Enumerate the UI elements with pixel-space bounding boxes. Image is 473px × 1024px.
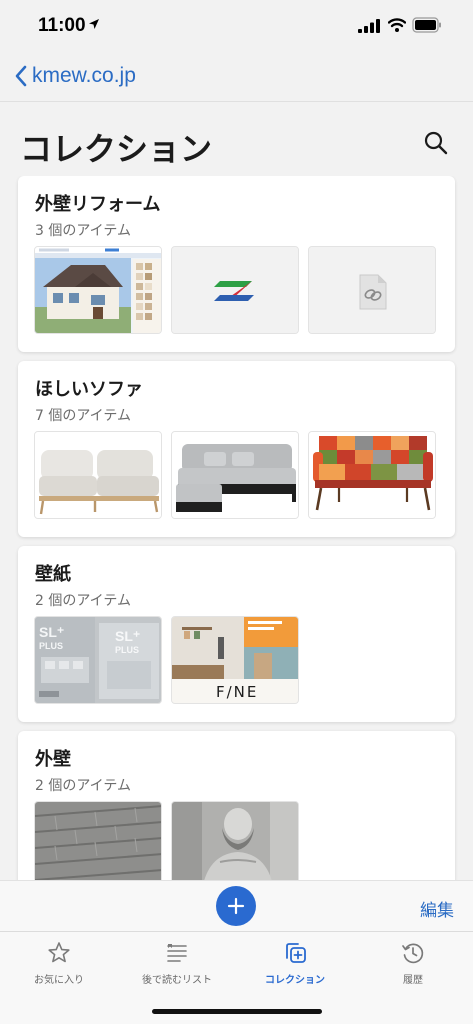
tab-favorites[interactable]: お気に入り bbox=[0, 940, 118, 986]
collection-title: 外壁リフォーム bbox=[35, 194, 161, 215]
collection-thumbnails: SL⁺ PLUS SL⁺ PLUS F/NE bbox=[34, 616, 299, 704]
add-collection-button[interactable] bbox=[216, 886, 256, 926]
tab-label: コレクション bbox=[265, 975, 325, 986]
collections-icon bbox=[286, 943, 306, 963]
navigation-bar: kmew.co.jp bbox=[0, 52, 473, 102]
fine-catalog-image: F/NE bbox=[172, 617, 298, 703]
thumbnail-patchwork-sofa[interactable] bbox=[308, 431, 436, 519]
sofa-image bbox=[172, 432, 298, 518]
sofa-image bbox=[309, 432, 435, 518]
edit-button[interactable]: 編集 bbox=[420, 896, 454, 921]
home-indicator[interactable] bbox=[152, 1009, 322, 1014]
thumbnail-white-sofa[interactable] bbox=[34, 431, 162, 519]
catalog-title-left: SL⁺ bbox=[39, 624, 64, 640]
collection-card-exterior-wall[interactable]: 外壁 2 個のアイテム bbox=[18, 731, 455, 880]
thumbnail-wall-texture[interactable] bbox=[34, 801, 162, 880]
catalog-title-fine: F/NE bbox=[216, 683, 258, 701]
link-file-icon bbox=[309, 247, 435, 333]
chevron-left-icon bbox=[15, 65, 27, 87]
status-bar: 11:00 bbox=[0, 0, 473, 52]
history-icon bbox=[402, 943, 424, 964]
reading-list-icon bbox=[167, 944, 187, 962]
collection-card-wallpaper[interactable]: 壁紙 2 個のアイテム SL⁺ PLUS SL⁺ PLUS F/NE bbox=[18, 546, 455, 722]
tab-reading-list[interactable]: 後で読むリスト bbox=[118, 940, 236, 986]
thumbnail-fine-catalog[interactable]: F/NE bbox=[171, 616, 299, 704]
collections-list: 外壁リフォーム 3 個のアイテム ほしいソファ 7 個のアイテム 壁紙 2 個の… bbox=[0, 176, 473, 880]
thumbnail-site-logo[interactable] bbox=[171, 246, 299, 334]
thumbnail-gray-corner-sofa[interactable] bbox=[171, 431, 299, 519]
svg-text:SL⁺: SL⁺ bbox=[115, 628, 140, 644]
tab-history[interactable]: 履歴 bbox=[354, 940, 472, 986]
battery-icon bbox=[412, 17, 441, 33]
statue-image bbox=[172, 802, 298, 880]
search-icon[interactable] bbox=[423, 130, 449, 156]
collection-thumbnails bbox=[34, 431, 436, 519]
svg-text:PLUS: PLUS bbox=[39, 641, 63, 651]
tab-label: 後で読むリスト bbox=[142, 975, 212, 986]
wallpaper-catalog-image: SL⁺ PLUS SL⁺ PLUS bbox=[35, 617, 161, 703]
collection-item-count: 3 個のアイテム bbox=[35, 223, 131, 239]
brand-logo-icon bbox=[172, 247, 298, 333]
collection-item-count: 2 個のアイテム bbox=[35, 778, 131, 794]
collection-title: 外壁 bbox=[35, 749, 71, 770]
tab-collections[interactable]: コレクション bbox=[236, 940, 354, 986]
status-time: 11:00 bbox=[38, 15, 86, 36]
tab-label: お気に入り bbox=[34, 975, 84, 986]
thumbnail-house-simulator[interactable] bbox=[34, 246, 162, 334]
thumbnail-link-file[interactable] bbox=[308, 246, 436, 334]
collection-item-count: 2 個のアイテム bbox=[35, 593, 131, 609]
cellular-signal-icon bbox=[358, 19, 380, 33]
collection-item-count: 7 個のアイテム bbox=[35, 408, 131, 424]
collection-title: ほしいソファ bbox=[35, 379, 143, 400]
tab-label: 履歴 bbox=[403, 975, 423, 986]
back-button[interactable]: kmew.co.jp bbox=[14, 64, 136, 88]
collection-card-wanted-sofas[interactable]: ほしいソファ 7 個のアイテム bbox=[18, 361, 455, 537]
star-icon bbox=[48, 942, 70, 963]
plus-icon bbox=[227, 897, 245, 915]
svg-text:PLUS: PLUS bbox=[115, 645, 139, 655]
back-label: kmew.co.jp bbox=[32, 64, 136, 87]
page-title: コレクション bbox=[20, 130, 213, 168]
thumbnail-wallpaper-catalog[interactable]: SL⁺ PLUS SL⁺ PLUS bbox=[34, 616, 162, 704]
tab-bar: お気に入り 後で読むリスト コレクション 履歴 bbox=[0, 931, 473, 991]
collection-thumbnails bbox=[34, 801, 299, 880]
title-row: コレクション bbox=[0, 102, 473, 180]
sofa-image bbox=[35, 432, 161, 518]
collection-thumbnails bbox=[34, 246, 436, 334]
location-arrow-icon bbox=[89, 19, 99, 29]
collection-title: 壁紙 bbox=[35, 564, 71, 585]
thumbnail-statue[interactable] bbox=[171, 801, 299, 880]
collection-card-exterior-reform[interactable]: 外壁リフォーム 3 個のアイテム bbox=[18, 176, 455, 352]
wall-texture-image bbox=[35, 802, 161, 880]
wifi-icon bbox=[388, 18, 406, 32]
house-image bbox=[35, 247, 161, 333]
